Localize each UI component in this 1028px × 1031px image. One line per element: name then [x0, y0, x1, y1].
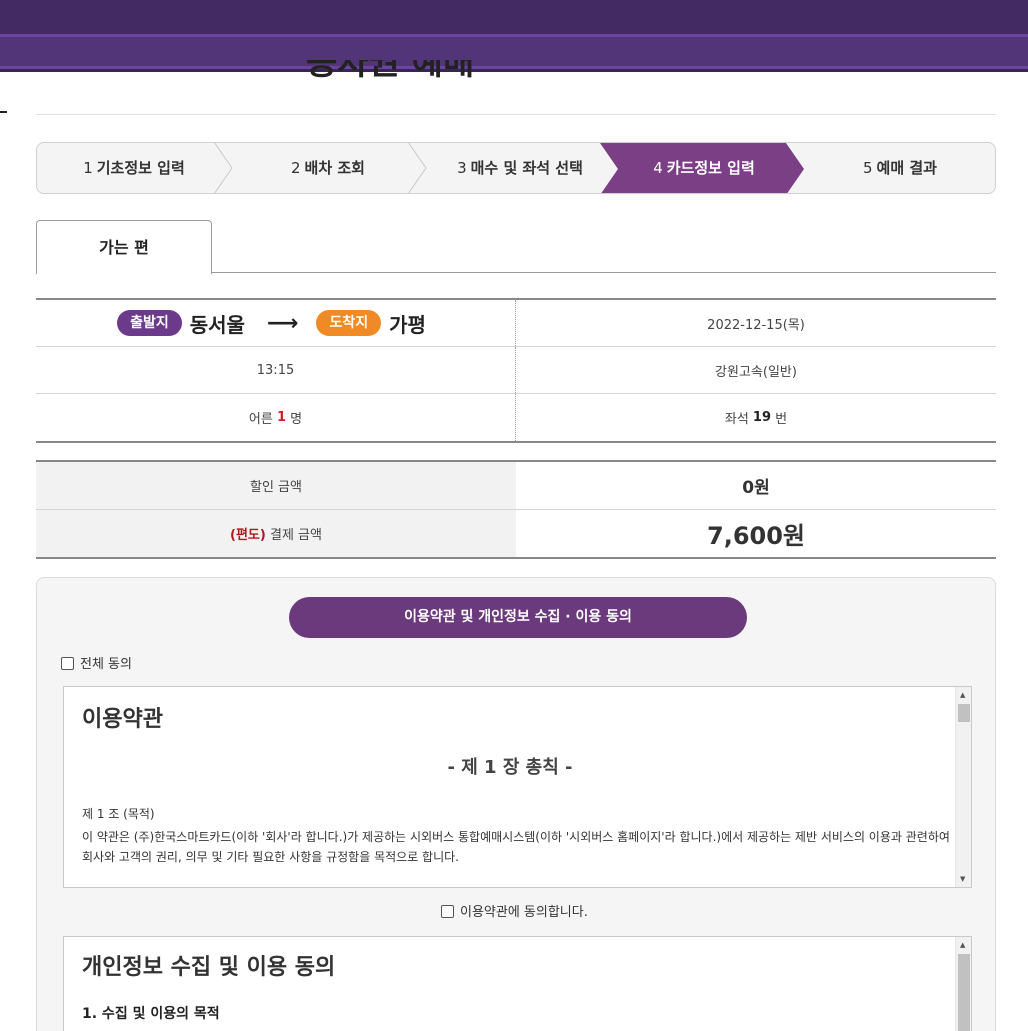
table-row: (편도) 결제 금액 7,600원	[36, 509, 996, 557]
table-row: 할인 금액 0원	[36, 462, 996, 509]
article-heading: 제 1 조 (목적)	[82, 807, 155, 821]
arrival-badge: 도착지	[316, 310, 382, 336]
step-dispatch-search: 2 배차 조회	[291, 159, 365, 177]
tab-outbound[interactable]: 가는 편	[36, 220, 212, 274]
privacy-title: 개인정보 수집 및 이용 동의	[82, 955, 336, 980]
arrival-city: 가평	[389, 312, 426, 337]
checkbox-icon[interactable]	[61, 657, 74, 670]
arrow-right-icon: ⟶	[266, 310, 299, 336]
agreement-section: 이용약관 및 개인정보 수집 · 이용 동의 전체 동의 이용약관 - 제 1 …	[36, 577, 996, 1031]
passenger-count: 어른 1 명	[36, 394, 516, 441]
privacy-section-heading: 1. 수집 및 이용의 목적	[82, 1006, 220, 1022]
route-cell: 출발지 동서울 ⟶ 도착지 가평	[36, 300, 516, 346]
agree-all-checkbox[interactable]: 전체 동의	[61, 653, 132, 672]
scrollbar[interactable]: ▲	[955, 937, 971, 1031]
article-body: 이 약관은 (주)한국스마트카드(이하 '회사'라 합니다.)가 제공하는 시외…	[82, 830, 950, 864]
table-row: 출발지 동서울 ⟶ 도착지 가평 2022-12-15(목)	[36, 300, 996, 347]
trip-info-table: 출발지 동서울 ⟶ 도착지 가평 2022-12-15(목) 13:15 강원고…	[36, 298, 996, 443]
scroll-up-icon[interactable]: ▲	[960, 941, 965, 949]
total-amount: 7,600원	[707, 522, 805, 550]
departure-city: 동서울	[189, 312, 245, 337]
departure-date: 2022-12-15(목)	[707, 317, 805, 333]
step-basic-info: 1 기초정보 입력	[83, 159, 185, 177]
payment-table: 할인 금액 0원 (편도) 결제 금액 7,600원	[36, 460, 996, 559]
booking-steps: 1 기초정보 입력 2 배차 조회 3 매수 및 좌석 선택 4 카드정보 입력 5 예매…	[36, 142, 996, 194]
terms-scrollbox[interactable]: 이용약관 - 제 1 장 총칙 - 제 1 조 (목적) 이 약관은 (주)한국…	[63, 686, 972, 888]
scroll-down-icon[interactable]: ▼	[960, 875, 965, 883]
checkbox-icon[interactable]	[441, 905, 454, 918]
step-seat-select: 3 매수 및 좌석 선택	[457, 159, 583, 177]
terms-title: 이용약관	[82, 707, 163, 732]
agreement-title: 이용약관 및 개인정보 수집 · 이용 동의	[289, 597, 747, 638]
title-divider	[36, 114, 996, 115]
terms-agree-checkbox[interactable]: 이용약관에 동의합니다.	[441, 901, 588, 920]
step-booking-result: 5 예매 결과	[863, 159, 937, 177]
seat-number: 좌석 19 번	[724, 410, 788, 427]
discount-label: 할인 금액	[36, 462, 516, 509]
discount-amount: 0원	[742, 478, 770, 498]
scrollbar[interactable]: ▲ ▼	[955, 687, 971, 887]
scroll-up-icon[interactable]: ▲	[960, 691, 965, 699]
left-edge-mark	[0, 111, 7, 113]
privacy-scrollbox[interactable]: 개인정보 수집 및 이용 동의 1. 수집 및 이용의 목적 ▲	[63, 936, 972, 1031]
page-title: 승차권 예매	[306, 60, 475, 83]
chapter-heading: - 제 1 장 총칙 -	[447, 757, 573, 778]
top-navigation-bar	[0, 0, 1028, 72]
bus-company: 강원고속(일반)	[715, 364, 797, 380]
total-label: (편도) 결제 금액	[36, 510, 516, 557]
table-row: 13:15 강원고속(일반)	[36, 347, 996, 394]
departure-badge: 출발지	[117, 310, 182, 336]
scrollbar-thumb[interactable]	[958, 704, 970, 722]
scrollbar-thumb[interactable]	[958, 954, 970, 1031]
step-card-info: 4 카드정보 입력	[653, 159, 755, 177]
departure-time: 13:15	[36, 347, 516, 393]
table-row: 어른 1 명 좌석 19 번	[36, 394, 996, 441]
